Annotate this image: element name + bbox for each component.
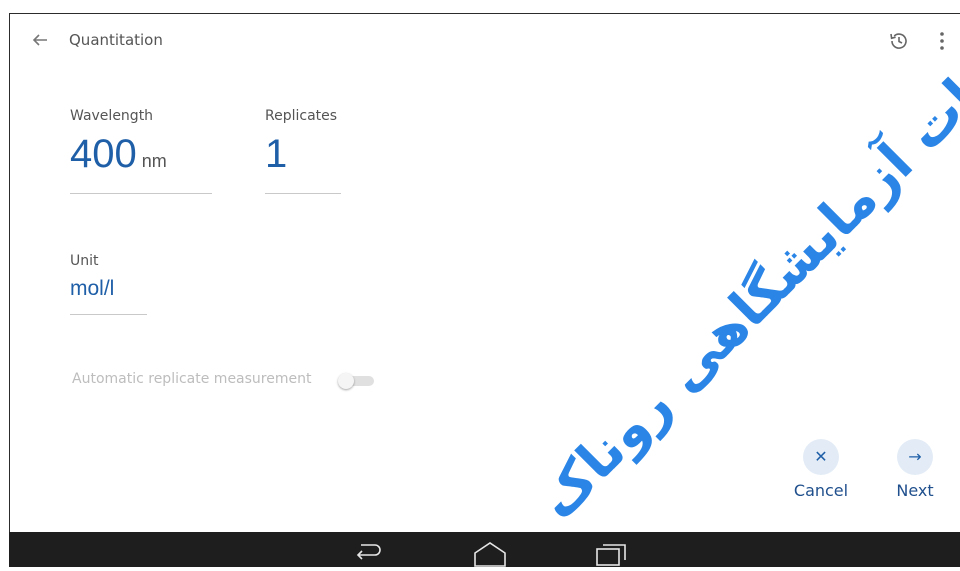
wavelength-underline [70, 193, 212, 194]
system-nav-bar [9, 532, 960, 567]
auto-replicate-toggle[interactable] [338, 373, 374, 389]
app-bar: Quantitation [10, 14, 960, 68]
nav-recent-button[interactable] [594, 540, 628, 567]
next-button[interactable]: → Next [883, 439, 947, 503]
toggle-thumb [338, 373, 354, 389]
unit-field[interactable]: Unit mol/l [70, 253, 147, 318]
replicates-value: 1 [265, 132, 288, 176]
auto-replicate-label: Automatic replicate measurement [72, 371, 312, 387]
wavelength-label: Wavelength [70, 108, 154, 124]
history-icon [890, 33, 907, 49]
app-window: Quantitation Wavelength 400 nm Replicates… [9, 13, 960, 532]
replicates-underline [265, 193, 341, 194]
recent-apps-icon [596, 544, 626, 566]
wavelength-value-row: 400 nm [70, 132, 167, 177]
history-button[interactable] [887, 29, 911, 53]
nav-back-button[interactable] [352, 540, 386, 564]
back-icon [356, 544, 381, 560]
close-icon: ✕ [814, 447, 828, 466]
next-label: Next [896, 481, 934, 500]
replicates-label: Replicates [265, 108, 338, 124]
nav-home-button[interactable] [472, 540, 508, 567]
cancel-label: Cancel [793, 481, 849, 500]
page-title: Quantitation [69, 31, 163, 49]
more-vert-icon [940, 32, 944, 50]
unit-underline [70, 314, 147, 315]
next-circle: → [897, 439, 933, 475]
arrow-left-icon [32, 34, 47, 46]
unit-value: mol/l [70, 277, 115, 300]
cancel-button[interactable]: ✕ Cancel [789, 439, 853, 503]
back-button[interactable] [26, 26, 54, 54]
replicates-value-row: 1 [265, 132, 287, 177]
wavelength-value: 400 [70, 132, 137, 176]
unit-label: Unit [70, 253, 99, 269]
cancel-circle: ✕ [803, 439, 839, 475]
arrow-right-icon: → [908, 447, 922, 466]
replicates-field[interactable]: Replicates 1 [265, 108, 341, 196]
overflow-menu-button[interactable] [935, 29, 949, 53]
home-icon [474, 542, 506, 567]
wavelength-field[interactable]: Wavelength 400 nm [70, 108, 212, 196]
wavelength-unit: nm [141, 151, 167, 171]
